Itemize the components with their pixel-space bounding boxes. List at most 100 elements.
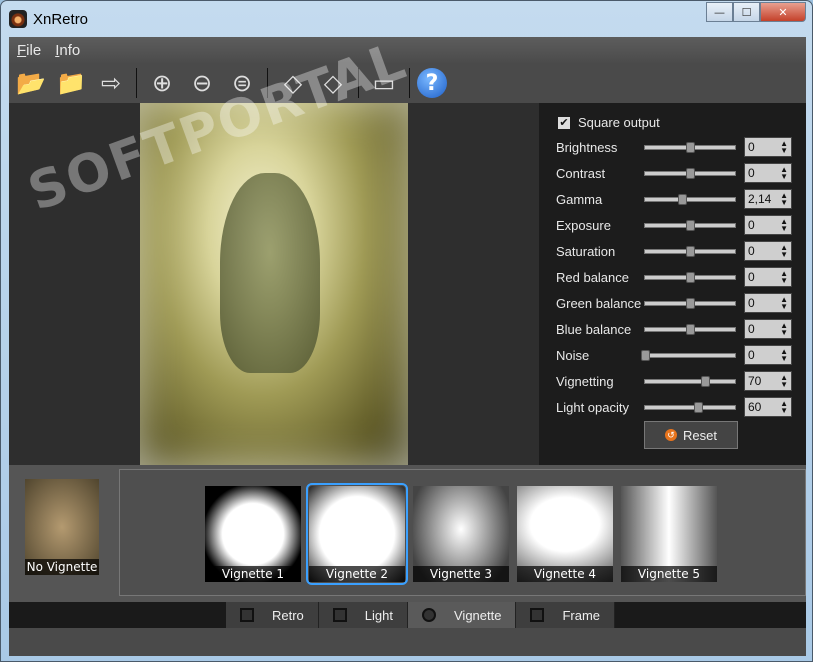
- rotate-left-button[interactable]: ◇: [275, 66, 311, 100]
- adjust-slider[interactable]: [644, 401, 736, 413]
- slider-handle[interactable]: [686, 141, 695, 153]
- save-button[interactable]: 📁: [53, 66, 89, 100]
- image-viewer[interactable]: [9, 103, 539, 465]
- reset-button[interactable]: ↺ Reset: [644, 421, 738, 449]
- slider-handle[interactable]: [701, 375, 711, 387]
- preset-vignette-2[interactable]: Vignette 2: [306, 483, 408, 585]
- rotate-right-button[interactable]: ◇: [315, 66, 351, 100]
- adjust-slider[interactable]: [644, 141, 736, 153]
- spin-arrows-icon[interactable]: ▲ ▼: [780, 374, 788, 389]
- spin-arrows-icon[interactable]: ▲ ▼: [780, 140, 788, 155]
- frame-icon: [530, 608, 545, 622]
- adjust-slider[interactable]: [644, 219, 736, 231]
- minimize-button[interactable]: —: [706, 2, 733, 22]
- slider-handle[interactable]: [686, 219, 695, 231]
- adjust-spinbox[interactable]: 0 ▲ ▼: [744, 137, 792, 157]
- export-button[interactable]: ⇨: [93, 66, 129, 100]
- spin-arrows-icon[interactable]: ▲ ▼: [780, 322, 788, 337]
- adjust-row-exposure: Exposure 0 ▲ ▼: [556, 215, 801, 235]
- help-icon[interactable]: ?: [417, 68, 447, 98]
- adjust-spinbox[interactable]: 70 ▲ ▼: [744, 371, 792, 391]
- adjust-row-brightness: Brightness 0 ▲ ▼: [556, 137, 801, 157]
- toolbar-separator: [409, 68, 410, 98]
- maximize-button[interactable]: ☐: [733, 2, 760, 22]
- preset-vignette-5[interactable]: Vignette 5: [621, 486, 717, 582]
- adjust-slider[interactable]: [644, 297, 736, 309]
- close-button[interactable]: ✕: [760, 2, 806, 22]
- adjust-spinbox[interactable]: 0 ▲ ▼: [744, 293, 792, 313]
- slider-handle[interactable]: [686, 323, 695, 335]
- preset-vignette-4[interactable]: Vignette 4: [517, 486, 613, 582]
- save-icon: 📁: [56, 69, 86, 97]
- preset-vignette-3[interactable]: Vignette 3: [413, 486, 509, 582]
- preset-vignette-1[interactable]: Vignette 1: [205, 486, 301, 582]
- adjust-slider[interactable]: [641, 349, 736, 361]
- open-button[interactable]: 📂: [13, 66, 49, 100]
- adjust-label: Blue balance: [556, 321, 632, 337]
- spin-arrows-icon[interactable]: ▲ ▼: [780, 348, 788, 363]
- menu-info[interactable]: Info: [55, 42, 80, 59]
- adjust-slider[interactable]: [644, 323, 736, 335]
- slider-handle[interactable]: [686, 297, 695, 309]
- tab-label: Frame: [562, 607, 601, 623]
- reset-label: Reset: [683, 427, 717, 443]
- adjust-row-green-balance: Green balance 0 ▲ ▼: [556, 293, 801, 313]
- spin-arrows-icon[interactable]: ▲ ▼: [780, 192, 788, 207]
- vignette-icon: [422, 608, 436, 622]
- menu-file[interactable]: File: [17, 42, 41, 59]
- adjust-slider[interactable]: [644, 245, 736, 257]
- adjust-row-light-opacity: Light opacity 60 ▲ ▼: [556, 397, 801, 417]
- spin-arrows-icon[interactable]: ▲ ▼: [780, 400, 788, 415]
- slider-handle[interactable]: [686, 245, 695, 257]
- slider-handle[interactable]: [686, 167, 695, 179]
- tab-retro[interactable]: Retro: [226, 602, 319, 628]
- adjust-label: Gamma: [556, 191, 603, 207]
- adjust-spinbox[interactable]: 2,14 ▲ ▼: [744, 189, 792, 209]
- adjust-slider[interactable]: [644, 167, 736, 179]
- adjust-label: Noise: [556, 347, 590, 363]
- adjust-label: Brightness: [556, 139, 618, 155]
- fullscreen-button[interactable]: ▭: [366, 66, 402, 100]
- preset-label: Vignette 1: [205, 566, 301, 582]
- toolbar-separator: [136, 68, 137, 98]
- tab-light[interactable]: Light: [318, 602, 408, 628]
- spin-arrows-icon[interactable]: ▲ ▼: [780, 166, 788, 181]
- spin-value: 0: [748, 140, 755, 154]
- slider-handle[interactable]: [694, 401, 704, 413]
- spin-arrows-icon[interactable]: ▲ ▼: [780, 218, 788, 233]
- app-window: XnRetro — ☐ ✕ File Info 📂 📁 ⇨ ⊕ ⊖ ⊜ ◇ ◇ ▭? ✔ Squ…: [0, 0, 813, 662]
- tab-vignette[interactable]: Vignette: [408, 602, 517, 628]
- toolbar-separator: [358, 68, 359, 98]
- slider-handle[interactable]: [686, 271, 695, 283]
- adjust-spinbox[interactable]: 0 ▲ ▼: [744, 267, 792, 287]
- adjust-label: Red balance: [556, 269, 629, 285]
- adjust-slider[interactable]: [644, 271, 736, 283]
- adjust-spinbox[interactable]: 0 ▲ ▼: [744, 319, 792, 339]
- preset-label: Vignette 2: [309, 566, 405, 582]
- adjust-spinbox[interactable]: 0 ▲ ▼: [744, 345, 792, 365]
- spin-arrows-icon[interactable]: ▲ ▼: [780, 270, 788, 285]
- zoom-in-button[interactable]: ⊕: [144, 66, 180, 100]
- adjust-row-saturation: Saturation 0 ▲ ▼: [556, 241, 801, 261]
- client-area: File Info 📂 📁 ⇨ ⊕ ⊖ ⊜ ◇ ◇ ▭? ✔ Square output ↺ R…: [9, 31, 806, 656]
- adjust-spinbox[interactable]: 60 ▲ ▼: [744, 397, 792, 417]
- adjust-spinbox[interactable]: 0 ▲ ▼: [744, 215, 792, 235]
- spin-arrows-icon[interactable]: ▲ ▼: [780, 296, 788, 311]
- tab-frame[interactable]: Frame: [516, 602, 616, 628]
- slider-handle[interactable]: [641, 349, 650, 361]
- adjust-spinbox[interactable]: 0 ▲ ▼: [744, 163, 792, 183]
- spin-value: 0: [748, 218, 755, 232]
- adjust-slider[interactable]: [644, 193, 736, 205]
- no-vignette-thumb[interactable]: No Vignette: [25, 479, 99, 575]
- spin-arrows-icon[interactable]: ▲ ▼: [780, 244, 788, 259]
- adjust-row-gamma: Gamma 2,14 ▲ ▼: [556, 189, 801, 209]
- slider-handle[interactable]: [677, 193, 687, 205]
- adjust-spinbox[interactable]: 0 ▲ ▼: [744, 241, 792, 261]
- adjust-slider[interactable]: [644, 375, 736, 387]
- square-output-checkbox[interactable]: ✔ Square output: [558, 115, 660, 130]
- adjust-label: Exposure: [556, 217, 611, 233]
- zoom-fit-button[interactable]: ⊜: [224, 66, 260, 100]
- zoom-out-button[interactable]: ⊖: [184, 66, 220, 100]
- toolbar: 📂 📁 ⇨ ⊕ ⊖ ⊜ ◇ ◇ ▭?: [9, 63, 806, 103]
- rotate-right-icon: ◇: [323, 69, 343, 97]
